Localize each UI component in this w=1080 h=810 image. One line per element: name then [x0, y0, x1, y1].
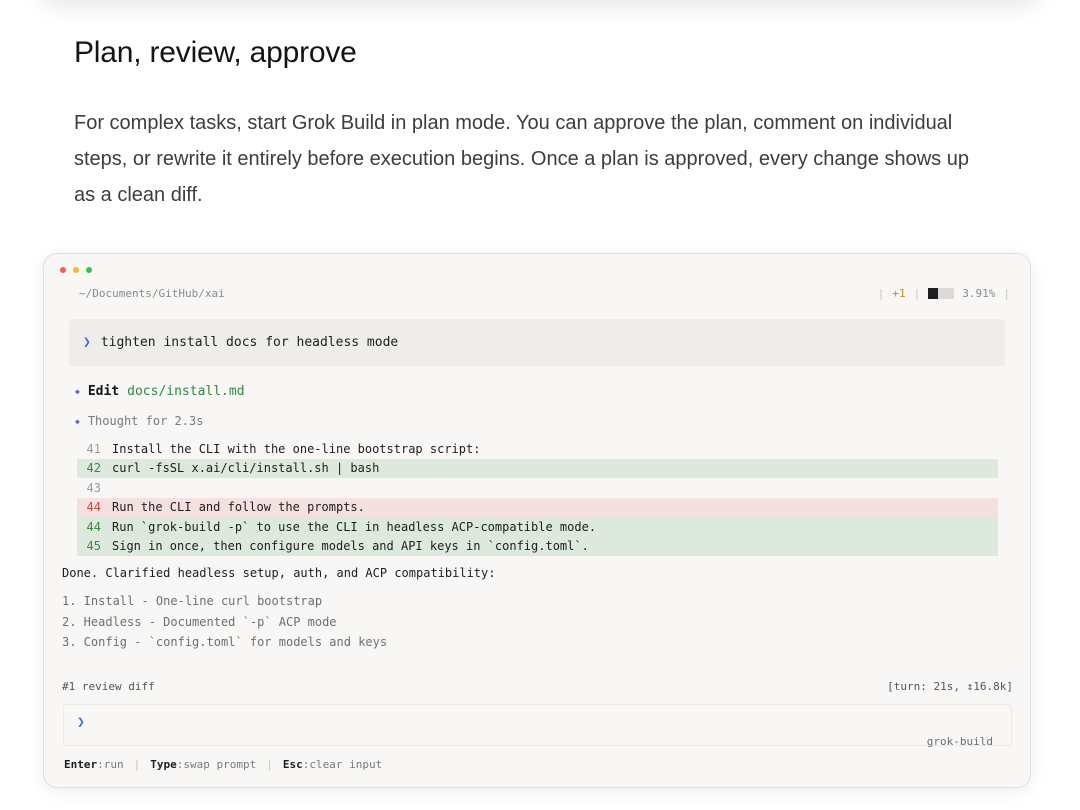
terminal-window: ~/Documents/GitHub/xai | +1 | 3.91% | ❯ …	[43, 253, 1031, 788]
working-directory-path: ~/Documents/GitHub/xai	[79, 287, 225, 300]
input-chevron-icon: ❯	[77, 715, 85, 730]
turn-info: [turn: 21s, ↕16.8k]	[887, 680, 1013, 693]
diff-line-text: curl -fsSL x.ai/cli/install.sh | bash	[112, 461, 380, 476]
diff-line-text: Run `grok-build -p` to use the CLI in he…	[112, 519, 597, 534]
prompt-input-box[interactable]: ❯ grok-build	[63, 704, 1012, 748]
close-window-dot[interactable]	[60, 267, 66, 273]
diff-line-removed: 44 Run the CLI and follow the prompts.	[77, 497, 998, 517]
hint-key: Enter	[64, 758, 98, 771]
diff-line-number: 44	[86, 519, 101, 534]
list-item: 2. Headless - Documented `-p` ACP mode	[62, 614, 337, 629]
status-bar: | +1 | 3.91% |	[878, 287, 1010, 300]
diff-line-added: 44 Run `grok-build -p` to use the CLI in …	[77, 517, 998, 537]
diff-line-number: 45	[86, 539, 101, 554]
user-prompt: ❯ tighten install docs for headless mode	[69, 319, 1005, 366]
hint-enter: Enter:run	[64, 758, 124, 771]
status-separator: |	[1003, 287, 1010, 300]
list-item: 3. Config - `config.toml` for models and…	[62, 635, 388, 649]
diff-line-added: 45 Sign in once, then configure models an…	[77, 536, 998, 556]
diff-view: 41 Install the CLI with the one-line boot…	[77, 439, 998, 556]
diff-line-number: 41	[86, 441, 101, 456]
hint-esc: Esc:clear input	[283, 758, 382, 771]
minimize-window-dot[interactable]	[73, 267, 79, 273]
diff-line-number: 44	[86, 500, 101, 515]
hint-separator: |	[266, 758, 273, 771]
added-count: +1	[892, 287, 906, 300]
completion-message: Done. Clarified headless setup, auth, an…	[62, 566, 496, 580]
section-description: For complex tasks, start Grok Build in p…	[74, 112, 969, 206]
hint-key: Type	[150, 758, 177, 771]
maximize-window-dot[interactable]	[86, 267, 92, 273]
diamond-bullet-icon: ◆	[75, 387, 80, 396]
prompt-chevron-icon: ❯	[83, 335, 91, 350]
user-prompt-text: tighten install docs for headless mode	[100, 335, 399, 350]
diff-line-text: Install the CLI with the one-line bootst…	[112, 441, 481, 456]
diamond-bullet-icon: ◆	[75, 416, 80, 426]
diff-line-text: Sign in once, then configure models and …	[112, 539, 589, 554]
diff-line-number: 43	[86, 480, 101, 495]
status-separator: |	[913, 287, 921, 300]
hint-type: Type:swap prompt	[150, 758, 256, 771]
prompt-input[interactable]	[94, 711, 794, 737]
context-usage-fill	[928, 288, 939, 299]
list-item: 1. Install - One-line curl bootstrap	[62, 594, 323, 608]
diff-line-added: 42 curl -fsSL x.ai/cli/install.sh | bash	[77, 458, 998, 478]
context-usage-meter	[928, 288, 955, 299]
change-summary-list: 1. Install - One-line curl bootstrap 2. …	[62, 594, 387, 656]
edited-file-link[interactable]: docs/install.md	[127, 384, 244, 399]
context-usage-percent: 3.91%	[962, 287, 996, 300]
diff-line-text: Run the CLI and follow the prompts.	[112, 500, 365, 515]
hint-action: :clear input	[302, 758, 383, 771]
diff-line: 41 Install the CLI with the one-line boot…	[77, 439, 998, 459]
edit-label: Edit	[87, 384, 120, 399]
status-separator: |	[877, 287, 885, 300]
section-title: Plan, review, approve	[74, 36, 357, 69]
hint-separator: |	[133, 758, 141, 771]
diff-line: 43	[77, 478, 998, 498]
edit-action: ◆ Edit docs/install.md	[75, 384, 245, 399]
hint-action: :swap prompt	[176, 758, 257, 771]
window-controls	[60, 267, 92, 273]
hint-key: Esc	[282, 758, 303, 771]
keyboard-hints: Enter:run | Type:swap prompt | Esc:clear…	[64, 758, 382, 771]
review-diff-tag[interactable]: #1 review diff	[62, 680, 155, 693]
thought-text: Thought for 2.3s	[87, 414, 204, 428]
agent-name-label: grok-build	[926, 735, 993, 748]
diff-line-number: 42	[86, 461, 101, 476]
thought-duration: ◆ Thought for 2.3s	[75, 414, 203, 428]
hint-action: :run	[97, 758, 124, 771]
